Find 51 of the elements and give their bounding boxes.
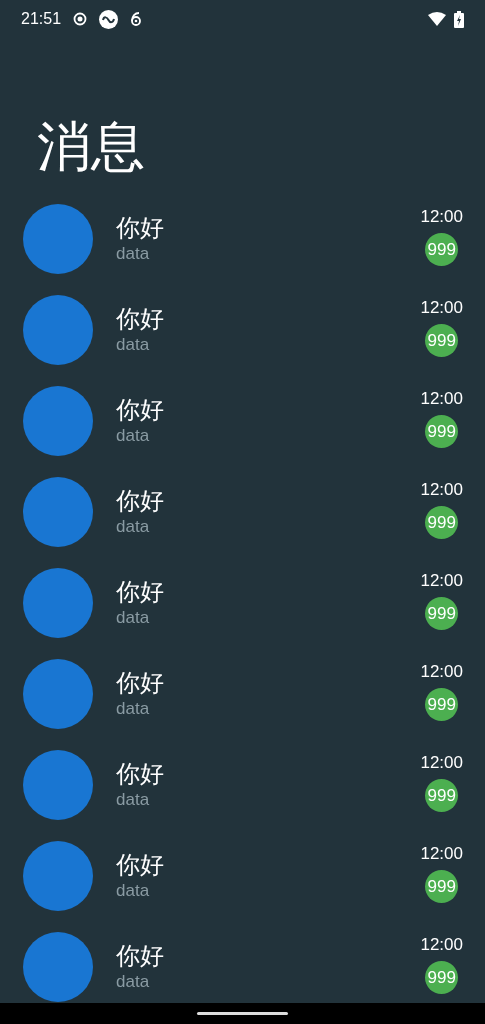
status-time: 21:51: [21, 9, 62, 29]
conversation-row[interactable]: 你好 data 12:00 999: [0, 648, 485, 739]
radio-button-icon: [73, 12, 88, 26]
conversation-row[interactable]: 你好 data 12:00 999: [0, 466, 485, 557]
contact-name: 你好: [116, 758, 165, 789]
conversation-row[interactable]: 你好 data 12:00 999: [0, 557, 485, 648]
message-preview: data: [116, 788, 151, 811]
message-time: 12:00: [420, 298, 463, 318]
message-preview: data: [116, 333, 151, 356]
home-indicator[interactable]: [197, 1012, 288, 1015]
message-preview: data: [116, 424, 151, 447]
conversation-row[interactable]: 你好 data 12:00 999: [0, 193, 485, 284]
message-preview: data: [116, 970, 151, 993]
message-time: 12:00: [420, 571, 463, 591]
contact-name: 你好: [116, 485, 165, 516]
contact-name: 你好: [116, 667, 165, 698]
unread-count: 999: [425, 870, 459, 903]
unread-count: 999: [425, 415, 459, 448]
unread-count: 999: [425, 233, 459, 266]
conversation-row[interactable]: 你好 data 12:00 999: [0, 739, 485, 830]
contact-name: 你好: [116, 212, 165, 243]
message-time: 12:00: [420, 753, 463, 773]
unread-count: 999: [425, 506, 459, 539]
conversation-row[interactable]: 你好 data 12:00 999: [0, 375, 485, 466]
unread-count: 999: [425, 324, 459, 357]
unread-count: 999: [425, 779, 459, 812]
message-time: 12:00: [420, 207, 463, 227]
contact-name: 你好: [116, 849, 165, 880]
message-preview: data: [116, 879, 151, 902]
unread-count: 999: [425, 961, 459, 994]
page-title: 消息: [37, 119, 145, 173]
message-time: 12:00: [420, 844, 463, 864]
unread-count: 999: [425, 688, 459, 721]
message-time: 12:00: [420, 662, 463, 682]
contact-name: 你好: [116, 303, 165, 334]
message-time: 12:00: [420, 389, 463, 409]
message-preview: data: [116, 606, 151, 629]
message-preview: data: [116, 515, 151, 538]
conversation-row[interactable]: 你好 data 12:00 999: [0, 921, 485, 1003]
unread-count: 999: [425, 597, 459, 630]
wifi-icon: [428, 12, 446, 26]
message-preview: data: [116, 242, 151, 265]
message-preview: data: [116, 697, 151, 720]
contact-name: 你好: [116, 576, 165, 607]
message-time: 12:00: [420, 480, 463, 500]
battery-icon: [454, 10, 464, 28]
conversation-row[interactable]: 你好 data 12:00 999: [0, 284, 485, 375]
contact-name: 你好: [116, 394, 165, 425]
message-time: 12:00: [420, 935, 463, 955]
conversation-row[interactable]: 你好 data 12:00 999: [0, 830, 485, 921]
contact-name: 你好: [116, 940, 165, 971]
